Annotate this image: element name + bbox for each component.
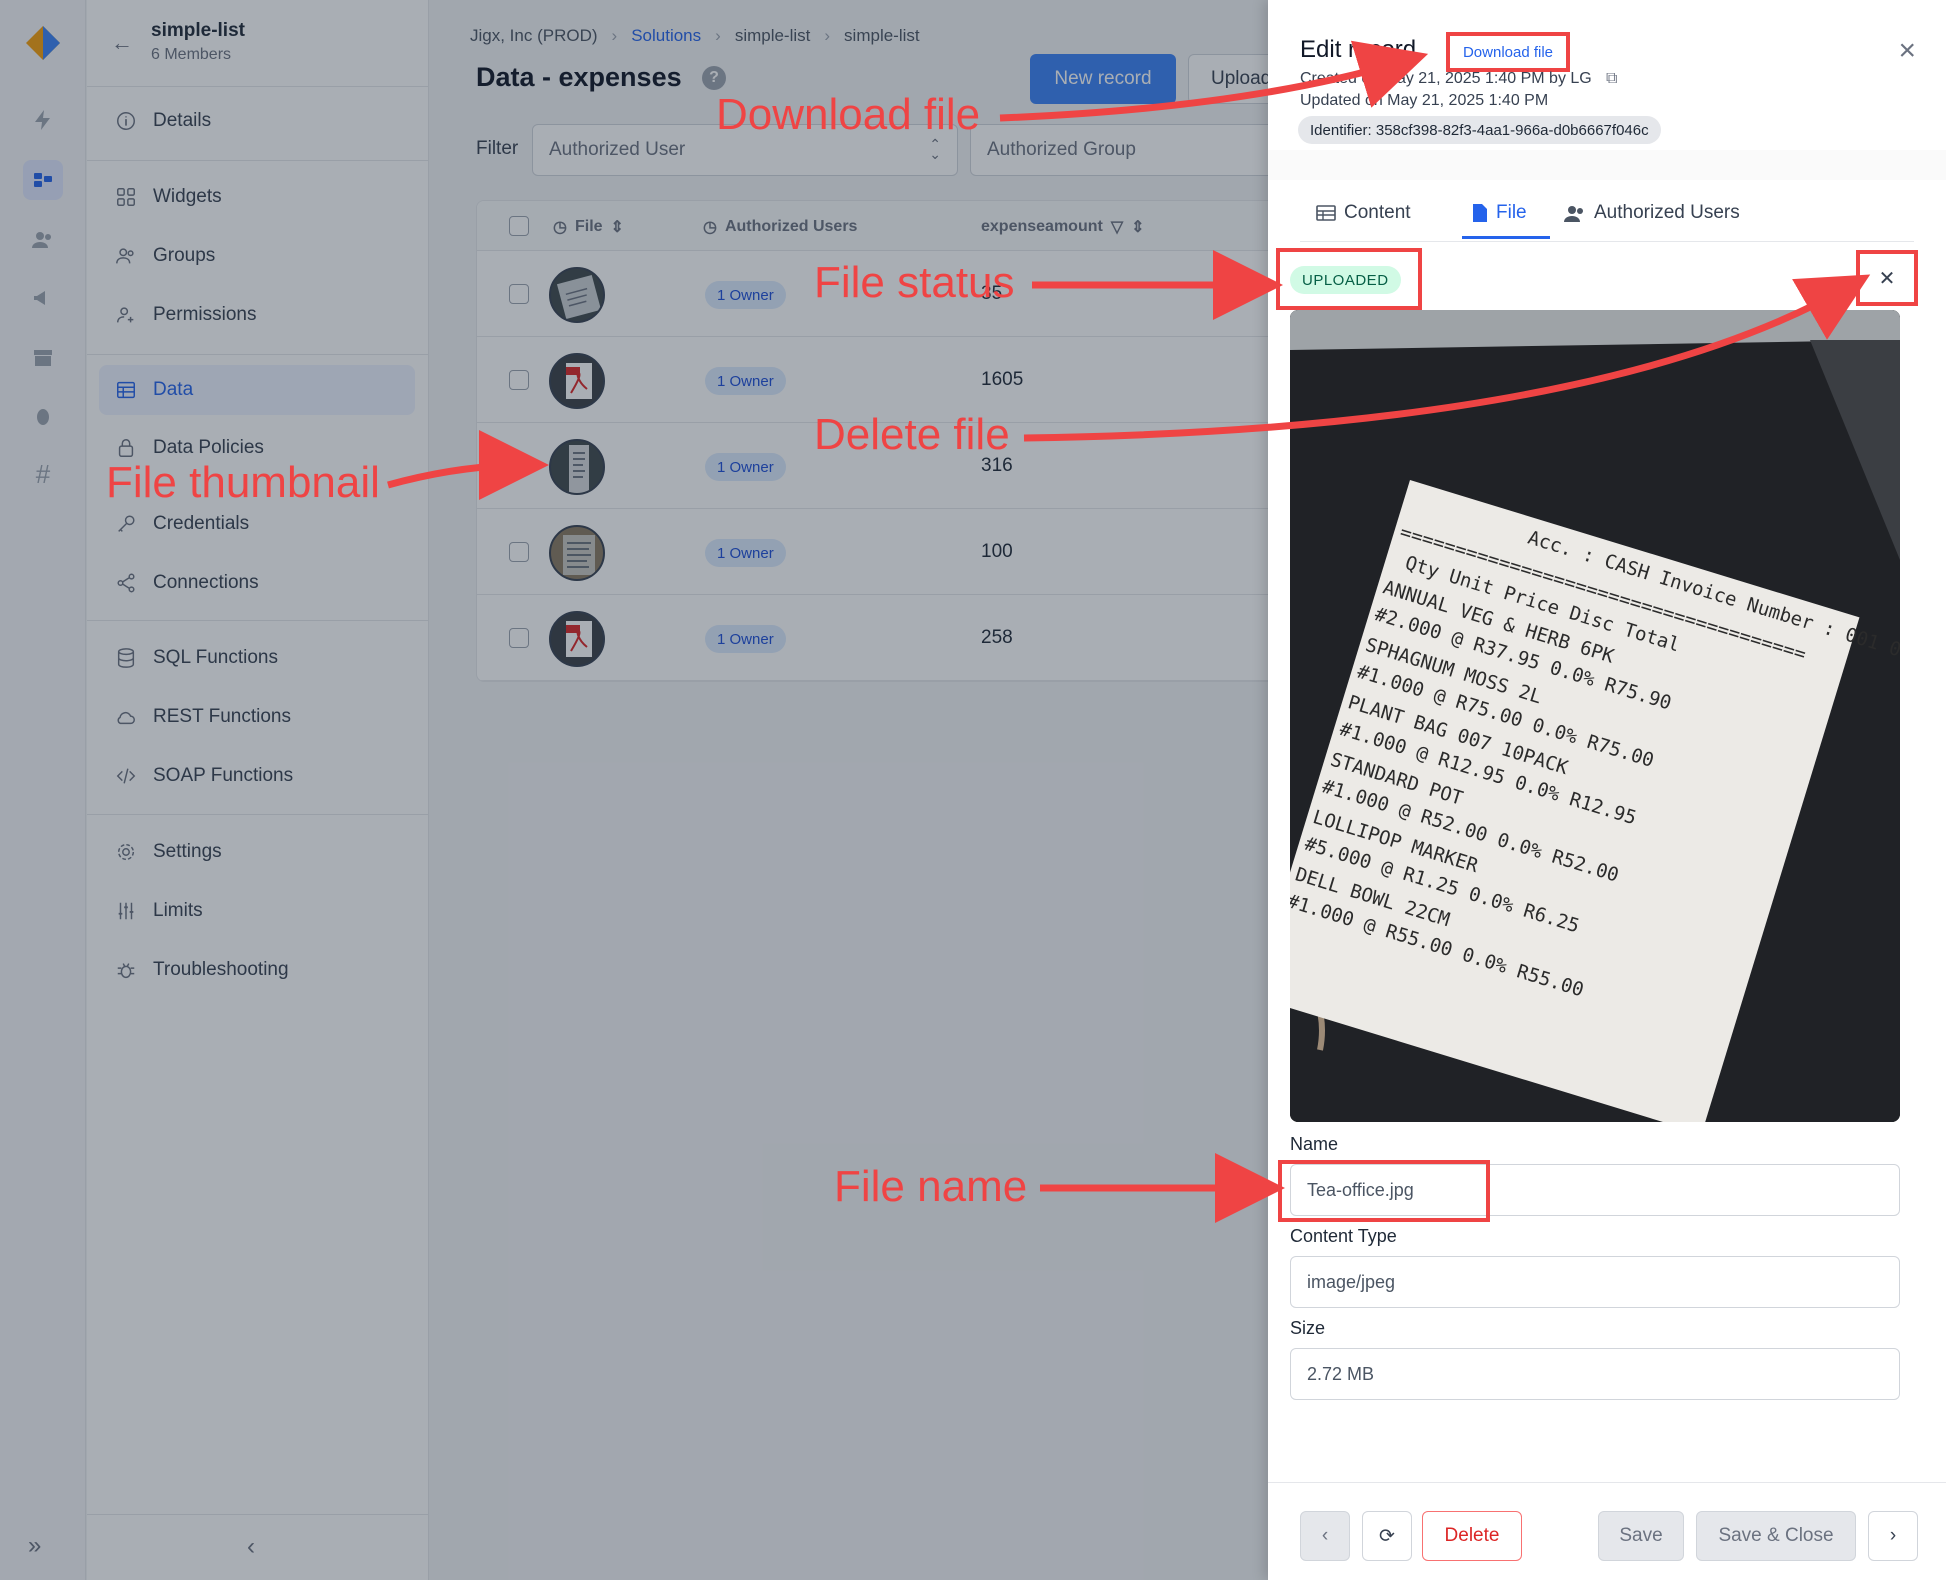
close-icon[interactable]: × — [1898, 34, 1916, 68]
tab-authorized-users-label: Authorized Users — [1594, 202, 1740, 223]
panel-header-band — [1268, 150, 1946, 180]
created-info: Created on May 21, 2025 1:40 PM by LG — [1300, 70, 1592, 87]
refresh-button[interactable]: ⟳ — [1362, 1511, 1412, 1561]
size-field[interactable]: 2.72 MB — [1290, 1348, 1900, 1400]
refresh-icon: ⟳ — [1379, 1525, 1395, 1547]
tab-authorized-users[interactable]: Authorized Users — [1564, 202, 1740, 224]
tab-file[interactable]: File — [1472, 202, 1527, 224]
delete-file-button[interactable]: ✕ — [1856, 250, 1918, 306]
edit-record-panel: Edit record Download file Created on May… — [1268, 0, 1946, 1580]
panel-title: Edit record — [1300, 36, 1417, 63]
tab-file-label: File — [1496, 202, 1527, 223]
previous-record-button[interactable]: ‹ — [1300, 1511, 1350, 1561]
content-type-label: Content Type — [1290, 1226, 1397, 1246]
content-type-field[interactable]: image/jpeg — [1290, 1256, 1900, 1308]
annotation-file-status: File status — [814, 258, 1015, 307]
users-icon — [1564, 206, 1583, 222]
save-and-close-button[interactable]: Save & Close — [1696, 1511, 1856, 1561]
save-button[interactable]: Save — [1598, 1511, 1684, 1561]
active-tab-indicator — [1462, 236, 1550, 239]
modal-backdrop[interactable] — [0, 0, 1268, 1580]
tab-content-label: Content — [1344, 202, 1411, 223]
annotation-download-file: Download file — [716, 90, 981, 139]
close-icon: ✕ — [1878, 267, 1896, 290]
identifier-badge: Identifier: 358cf398-82f3-4aa1-966a-d0b6… — [1298, 116, 1661, 144]
next-record-button[interactable]: › — [1868, 1511, 1918, 1561]
annotation-file-name: File name — [834, 1162, 1028, 1211]
download-file-link[interactable]: Download file — [1446, 32, 1570, 72]
panel-tabs: Content File Authorized Users — [1300, 180, 1914, 242]
tab-content[interactable]: Content — [1316, 202, 1411, 224]
chevron-left-icon: ‹ — [1321, 1525, 1329, 1546]
size-label: Size — [1290, 1318, 1326, 1338]
external-link-icon[interactable]: ⧉ — [1606, 70, 1617, 88]
status-badge: UPLOADED — [1290, 266, 1401, 294]
name-label: Name — [1290, 1134, 1339, 1154]
table-icon — [1316, 205, 1336, 221]
name-highlight — [1278, 1160, 1490, 1222]
annotation-delete-file: Delete file — [814, 410, 1010, 459]
annotation-file-thumbnail: File thumbnail — [106, 458, 380, 507]
delete-record-button[interactable]: Delete — [1422, 1511, 1522, 1561]
file-preview-image: Acc. : CASH Invoice Number : 001 0430441… — [1290, 310, 1900, 1122]
updated-info: Updated on May 21, 2025 1:40 PM — [1300, 92, 1549, 109]
chevron-right-icon: › — [1889, 1525, 1897, 1546]
panel-footer: ‹ ⟳ Delete Save Save & Close › — [1268, 1482, 1946, 1580]
file-icon — [1473, 204, 1487, 222]
